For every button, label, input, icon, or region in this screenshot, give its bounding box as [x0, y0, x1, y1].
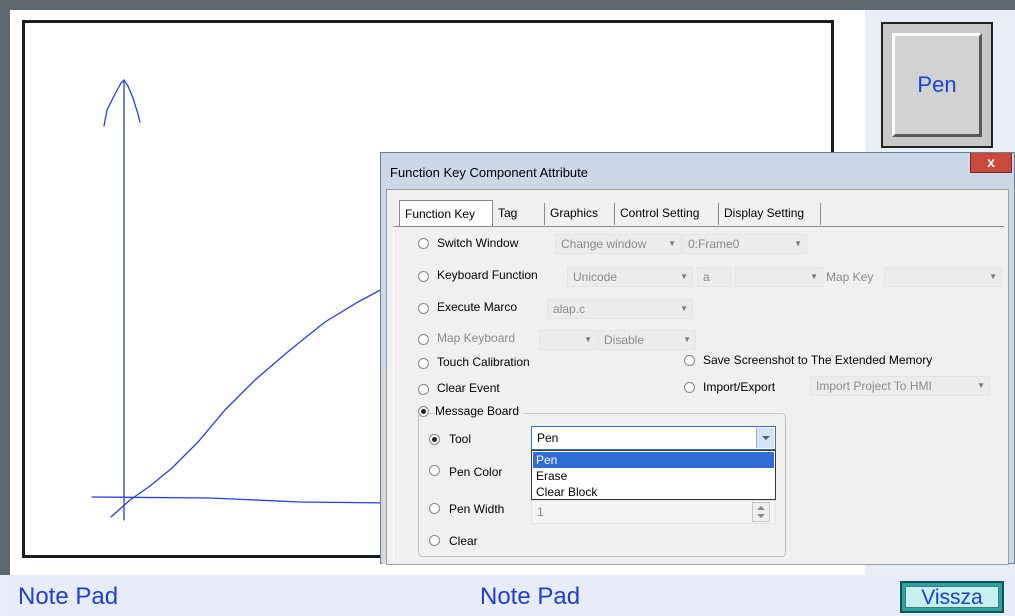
chevron-down-icon: ▼	[989, 272, 997, 281]
map-keyboard-mode-value: Disable	[604, 333, 645, 347]
chevron-down-icon: ▼	[810, 272, 818, 281]
execute-marco-radio[interactable]	[418, 303, 429, 314]
chevron-down-icon: ▼	[680, 272, 688, 281]
macro-combo[interactable]: alap.c ▼	[547, 299, 693, 319]
map-key-label: Map Key	[826, 270, 874, 284]
keyboard-function-radio[interactable]	[418, 271, 429, 282]
clear-radio[interactable]	[429, 535, 440, 546]
pen-tool-button[interactable]: Pen	[881, 22, 993, 148]
touch-calibration-label: Touch Calibration	[437, 355, 530, 369]
keyboard-function-label: Keyboard Function	[437, 268, 538, 282]
frame-left-border	[0, 0, 10, 575]
keyboard-encoding-value: Unicode	[573, 270, 618, 284]
chevron-down-icon: ▼	[977, 381, 985, 390]
clear-label: Clear	[449, 534, 478, 548]
pen-width-radio[interactable]	[429, 503, 440, 514]
sketch-arrowhead	[103, 78, 141, 127]
chevron-down-icon: ▼	[584, 335, 592, 344]
macro-combo-value: alap.c	[553, 302, 586, 316]
tab-control-setting[interactable]: Control Setting	[615, 203, 719, 225]
tab-graphics[interactable]: Graphics	[545, 203, 615, 225]
switch-window-combo[interactable]: Change window ▼	[555, 234, 681, 254]
tab-function-key[interactable]: Function Key	[399, 200, 493, 226]
chevron-down-icon: ▼	[794, 239, 802, 248]
pen-color-radio[interactable]	[429, 465, 440, 476]
pen-width-label: Pen Width	[449, 502, 505, 516]
keyboard-char-field[interactable]: a	[697, 267, 731, 287]
back-button[interactable]: Vissza	[900, 581, 1004, 613]
switch-window-label: Switch Window	[437, 236, 519, 250]
switch-window-combo-value: Change window	[561, 237, 647, 251]
chevron-down-icon[interactable]	[756, 428, 774, 448]
frame-combo[interactable]: 0:Frame0 ▼	[682, 234, 807, 254]
frame-combo-value: 0:Frame0	[688, 237, 740, 251]
chevron-down-icon: ▼	[683, 335, 691, 344]
keyboard-encoding-combo[interactable]: Unicode ▼	[567, 267, 693, 287]
sketch-curve	[110, 287, 385, 518]
chevron-down-icon: ▼	[668, 239, 676, 248]
import-export-radio[interactable]	[684, 382, 695, 393]
tool-select[interactable]: Pen	[531, 426, 776, 450]
message-board-radio[interactable]	[418, 406, 429, 417]
map-keyboard-mode-combo[interactable]: Disable ▼	[598, 330, 696, 350]
clear-event-radio[interactable]	[418, 384, 429, 395]
import-export-combo-value: Import Project To HMI	[816, 379, 932, 393]
note-pad-left-label: Note Pad	[18, 583, 119, 610]
map-keyboard-label: Map Keyboard	[437, 331, 516, 345]
pen-color-label: Pen Color	[449, 465, 503, 479]
switch-window-radio[interactable]	[418, 238, 429, 249]
map-key-combo[interactable]: ▼	[884, 267, 1002, 287]
note-pad-title: Note Pad	[480, 583, 581, 610]
chevron-down-icon: ▼	[680, 304, 688, 313]
map-keyboard-combo[interactable]: ▼	[539, 330, 597, 350]
import-export-combo[interactable]: Import Project To HMI ▼	[810, 376, 990, 396]
keyboard-key-combo[interactable]: ▼	[735, 267, 823, 287]
back-button-label: Vissza	[905, 586, 999, 609]
tool-dropdown-list: Pen Erase Clear Block	[531, 450, 776, 500]
spin-up-icon[interactable]	[757, 506, 765, 510]
message-board-label: Message Board	[435, 404, 524, 418]
spin-down-icon[interactable]	[757, 514, 765, 518]
execute-marco-label: Execute Marco	[437, 300, 518, 314]
dropdown-option-erase[interactable]: Erase	[533, 468, 774, 484]
pen-button-label: Pen	[892, 33, 982, 137]
dropdown-option-pen[interactable]: Pen	[533, 452, 774, 468]
frame-top-border	[0, 0, 1015, 10]
sketch-horizontal-axis	[91, 496, 391, 504]
map-keyboard-radio[interactable]	[418, 334, 429, 345]
tool-label: Tool	[449, 432, 472, 446]
import-export-label: Import/Export	[703, 380, 776, 394]
pen-width-spin-buttons[interactable]	[752, 502, 770, 522]
save-screenshot-radio[interactable]	[684, 355, 695, 366]
dropdown-option-clear-block[interactable]: Clear Block	[533, 484, 774, 500]
touch-calibration-radio[interactable]	[418, 358, 429, 369]
tool-radio[interactable]	[429, 434, 440, 445]
tab-display-setting[interactable]: Display Setting	[719, 203, 821, 225]
clear-event-label: Clear Event	[437, 381, 500, 395]
tab-tag[interactable]: Tag	[493, 203, 545, 225]
pen-width-spinbox[interactable]: 1	[531, 500, 776, 524]
save-screenshot-label: Save Screenshot to The Extended Memory	[703, 353, 933, 367]
